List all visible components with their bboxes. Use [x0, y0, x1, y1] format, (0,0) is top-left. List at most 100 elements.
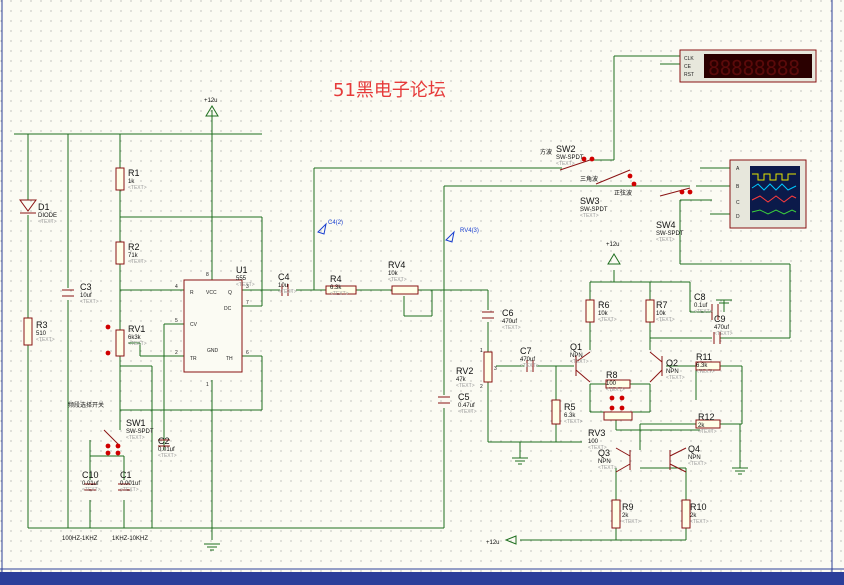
r10-ref-label: R10 [690, 502, 707, 512]
rv3-ref-label: RV3 [588, 428, 605, 438]
c10-text-label: <TEXT> [82, 487, 101, 493]
probe-rv4-label: RV4(3) [460, 228, 479, 234]
r12-text-label: <TEXT> [698, 429, 717, 435]
q3-text-label: <TEXT> [598, 465, 617, 471]
c3-text-label: <TEXT> [80, 299, 99, 305]
r7-ref-label: R7 [656, 300, 668, 310]
c7-text-label: <TEXT> [520, 363, 539, 369]
rv2-pin-2: 2 [480, 384, 483, 390]
r11-ref-label: R11 [696, 352, 712, 362]
oscilloscope-instrument[interactable]: A B C D [729, 159, 807, 229]
q2-text-label: <TEXT> [666, 375, 685, 381]
u1-pin-num-2: 2 [175, 350, 178, 356]
r5-ref-label: R5 [564, 402, 576, 412]
rv4-text-label: <TEXT> [388, 277, 407, 283]
r7-text-label: <TEXT> [656, 317, 675, 323]
u1-pin-cv: CV [190, 322, 198, 328]
schematic-canvas[interactable]: 51黑电子论坛 +12u +12u +12u R VCC Q DC CV GND… [0, 0, 844, 585]
sw2-text-label: <TEXT> [556, 161, 575, 167]
sw4-text-label: <TEXT> [656, 237, 675, 243]
rv2-pin-1: 1 [480, 348, 483, 354]
u1-text-label: <TEXT> [236, 282, 255, 288]
u1-pin-num-7: 7 [246, 300, 249, 306]
counter-timer-instrument[interactable]: CLK CE RST 88888888 [679, 49, 817, 83]
sw2-ref-label: SW2 [556, 144, 576, 154]
u1-ref-label: U1 [236, 265, 248, 275]
c9-text-label: <TEXT> [714, 331, 733, 337]
scope-channel-c: C [736, 200, 740, 206]
u1-pin-th: TH [226, 356, 233, 362]
rv1-ref-label: RV1 [128, 324, 145, 334]
rv2-ref-label: RV2 [456, 366, 473, 376]
range-low-label: 100HZ-1KHZ [62, 536, 98, 542]
sw1-text-label: <TEXT> [126, 435, 145, 441]
c3-ref-label: C3 [80, 282, 92, 292]
u1-pin-num-8: 8 [206, 272, 209, 278]
sw4-ref-label: SW4 [656, 220, 676, 230]
c8-text-label: <TEXT> [694, 309, 713, 315]
r3-text-label: <TEXT> [36, 337, 55, 343]
c6-text-label: <TEXT> [502, 325, 521, 331]
c4-text-label: <TEXT> [278, 289, 297, 295]
u1-pin-vcc: VCC [206, 290, 217, 296]
u1-pin-q: Q [228, 290, 232, 296]
c8-ref-label: C8 [694, 292, 706, 302]
scope-channel-d: D [736, 214, 740, 220]
q4-ref-label: Q4 [688, 444, 700, 454]
c2-ref-label: C2 [158, 436, 170, 446]
r12-ref-label: R12 [698, 412, 715, 422]
sw3-waveform-label-a: 三角波 [580, 175, 598, 183]
c6-ref-label: C6 [502, 308, 514, 318]
c5-text-label: <TEXT> [458, 409, 477, 415]
r8-text-label: <TEXT> [606, 387, 625, 393]
u1-pin-tr: TR [190, 356, 197, 362]
status-bar [0, 572, 844, 585]
c7-ref-label: C7 [520, 346, 532, 356]
rv2-text-label: <TEXT> [456, 383, 475, 389]
sw3-text-label: <TEXT> [580, 213, 599, 219]
ic-555-u1[interactable]: R VCC Q DC CV GND TR TH 4 8 3 7 5 2 6 1 [175, 272, 249, 388]
r9-text-label: <TEXT> [622, 519, 641, 525]
r2-ref-label: R2 [128, 242, 140, 252]
r11-text-label: <TEXT> [696, 369, 715, 375]
r3-ref-label: R3 [36, 320, 48, 330]
c10-ref-label: C10 [82, 470, 99, 480]
counter-pin-clk: CLK [684, 56, 694, 62]
u1-pin-num-4: 4 [175, 284, 178, 290]
r5-text-label: <TEXT> [564, 419, 583, 425]
d1-ref-label: D1 [38, 202, 50, 212]
vcc-bottom-label: +12u [486, 540, 500, 546]
forum-title: 51黑电子论坛 [333, 80, 446, 101]
u1-pin-num-5: 5 [175, 318, 178, 324]
counter-pin-ce: CE [684, 64, 692, 70]
r1-text-label: <TEXT> [128, 185, 147, 191]
q1-ref-label: Q1 [570, 342, 582, 352]
c1-ref-label: C1 [120, 470, 132, 480]
q4-text-label: <TEXT> [688, 461, 707, 467]
freq-switch-label: 频段选择开关 [68, 401, 104, 409]
rv1-text-label: <TEXT> [128, 341, 147, 347]
u1-pin-gnd: GND [207, 348, 219, 354]
sw3-waveform-label-b: 正弦波 [614, 189, 632, 197]
q3-ref-label: Q3 [598, 448, 610, 458]
d1-text-label: <TEXT> [38, 219, 57, 225]
u1-pin-num-6: 6 [246, 350, 249, 356]
c4-ref-label: C4 [278, 272, 290, 282]
r4-ref-label: R4 [330, 274, 342, 284]
counter-pin-rst: RST [684, 72, 694, 78]
r10-text-label: <TEXT> [690, 519, 709, 525]
sw3-ref-label: SW3 [580, 196, 600, 206]
c1-text-label: <TEXT> [120, 487, 139, 493]
c5-ref-label: C5 [458, 392, 470, 402]
q1-text-label: <TEXT> [570, 359, 589, 365]
u1-pin-dc: DC [224, 306, 232, 312]
range-high-label: 1KHZ-10KHZ [112, 536, 148, 542]
r6-text-label: <TEXT> [598, 317, 617, 323]
u1-pin-num-1: 1 [206, 382, 209, 388]
q2-ref-label: Q2 [666, 358, 678, 368]
vcc-top-label: +12u [204, 98, 218, 104]
rv4-ref-label: RV4 [388, 260, 405, 270]
vcc-mid-label: +12u [606, 242, 620, 248]
u1-pin-r: R [190, 290, 194, 296]
sw2-waveform-label: 方波 [540, 148, 552, 156]
